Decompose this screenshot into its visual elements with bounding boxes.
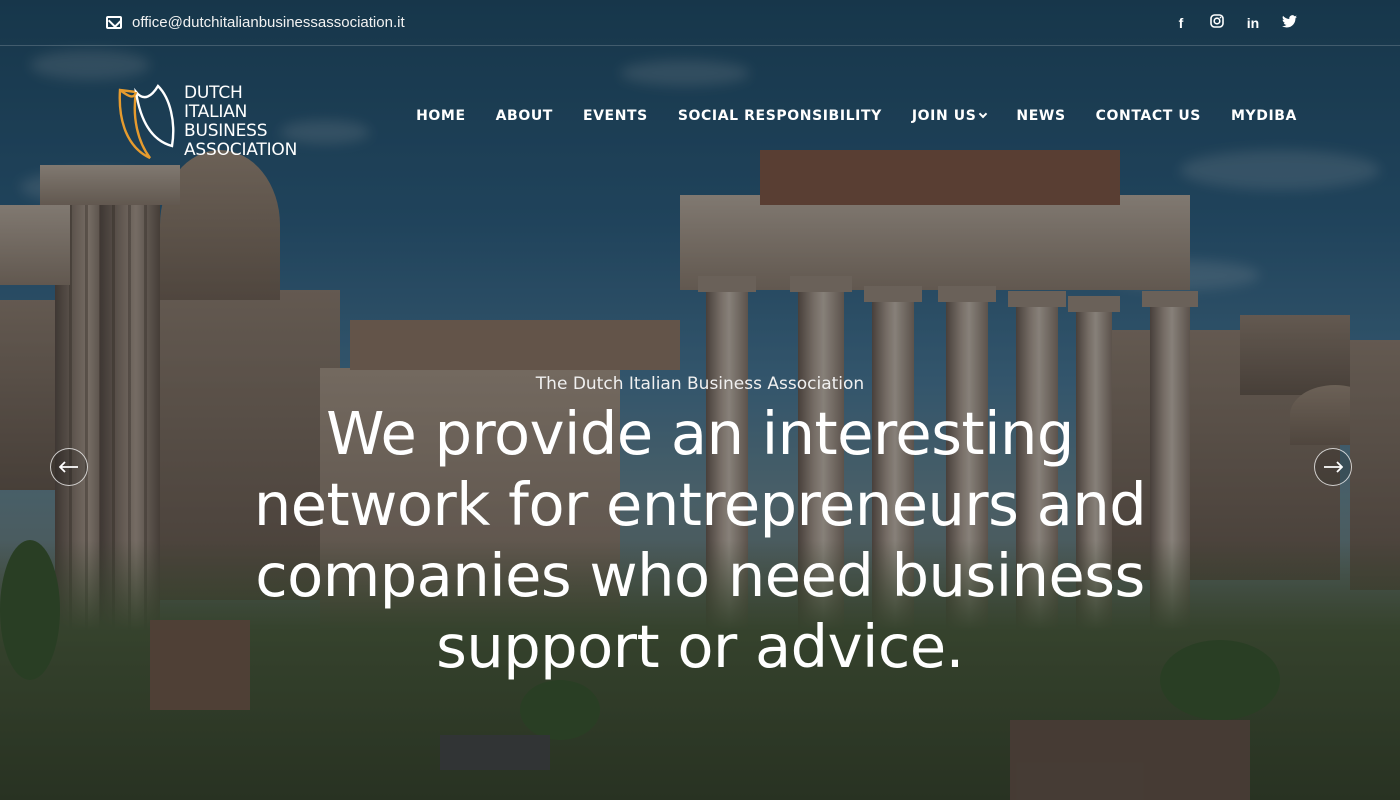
arrow-right-icon — [1324, 461, 1343, 473]
envelope-icon — [106, 16, 122, 29]
nav-events[interactable]: EVENTS — [583, 108, 648, 124]
twitter-icon[interactable] — [1282, 14, 1297, 31]
hero-kicker: The Dutch Italian Business Association — [535, 374, 865, 394]
arrow-left-icon — [59, 461, 78, 473]
nav-join-us[interactable]: JOIN US — [911, 108, 988, 124]
logo-line-2: ITALIAN — [184, 102, 248, 122]
linkedin-icon[interactable]: in — [1246, 15, 1260, 31]
top-bar: office@dutchitalianbusinessassociation.i… — [0, 0, 1400, 46]
nav-about[interactable]: ABOUT — [496, 108, 553, 124]
main-nav: HOME ABOUT EVENTS SOCIAL RESPONSIBILITY … — [416, 108, 1297, 124]
logo-line-1: DUTCH — [184, 83, 243, 103]
chevron-down-icon — [979, 109, 988, 119]
logo-text: DUTCH ITALIAN BUSINESS ASSOCIATION — [184, 84, 297, 160]
site-logo[interactable]: DUTCH ITALIAN BUSINESS ASSOCIATION — [114, 82, 297, 162]
hero-headline: We provide an interesting network for en… — [253, 399, 1147, 681]
slider-next-button[interactable] — [1314, 448, 1352, 486]
email-text[interactable]: office@dutchitalianbusinessassociation.i… — [132, 14, 405, 31]
logo-line-4: ASSOCIATION — [184, 140, 298, 160]
nav-join-us-label: JOIN US — [911, 108, 977, 124]
nav-home[interactable]: HOME — [416, 108, 466, 124]
nav-contact-us[interactable]: CONTACT US — [1096, 108, 1201, 124]
instagram-icon[interactable] — [1210, 14, 1224, 31]
social-links: f in — [1174, 14, 1297, 31]
facebook-icon[interactable]: f — [1174, 15, 1188, 31]
logo-mark-icon — [118, 84, 175, 160]
logo-line-3: BUSINESS — [184, 121, 268, 141]
contact-email[interactable]: office@dutchitalianbusinessassociation.i… — [106, 14, 405, 31]
nav-social-responsibility[interactable]: SOCIAL RESPONSIBILITY — [678, 108, 882, 124]
slider-prev-button[interactable] — [50, 448, 88, 486]
nav-news[interactable]: NEWS — [1016, 108, 1065, 124]
nav-mydiba[interactable]: MYDIBA — [1231, 108, 1297, 124]
